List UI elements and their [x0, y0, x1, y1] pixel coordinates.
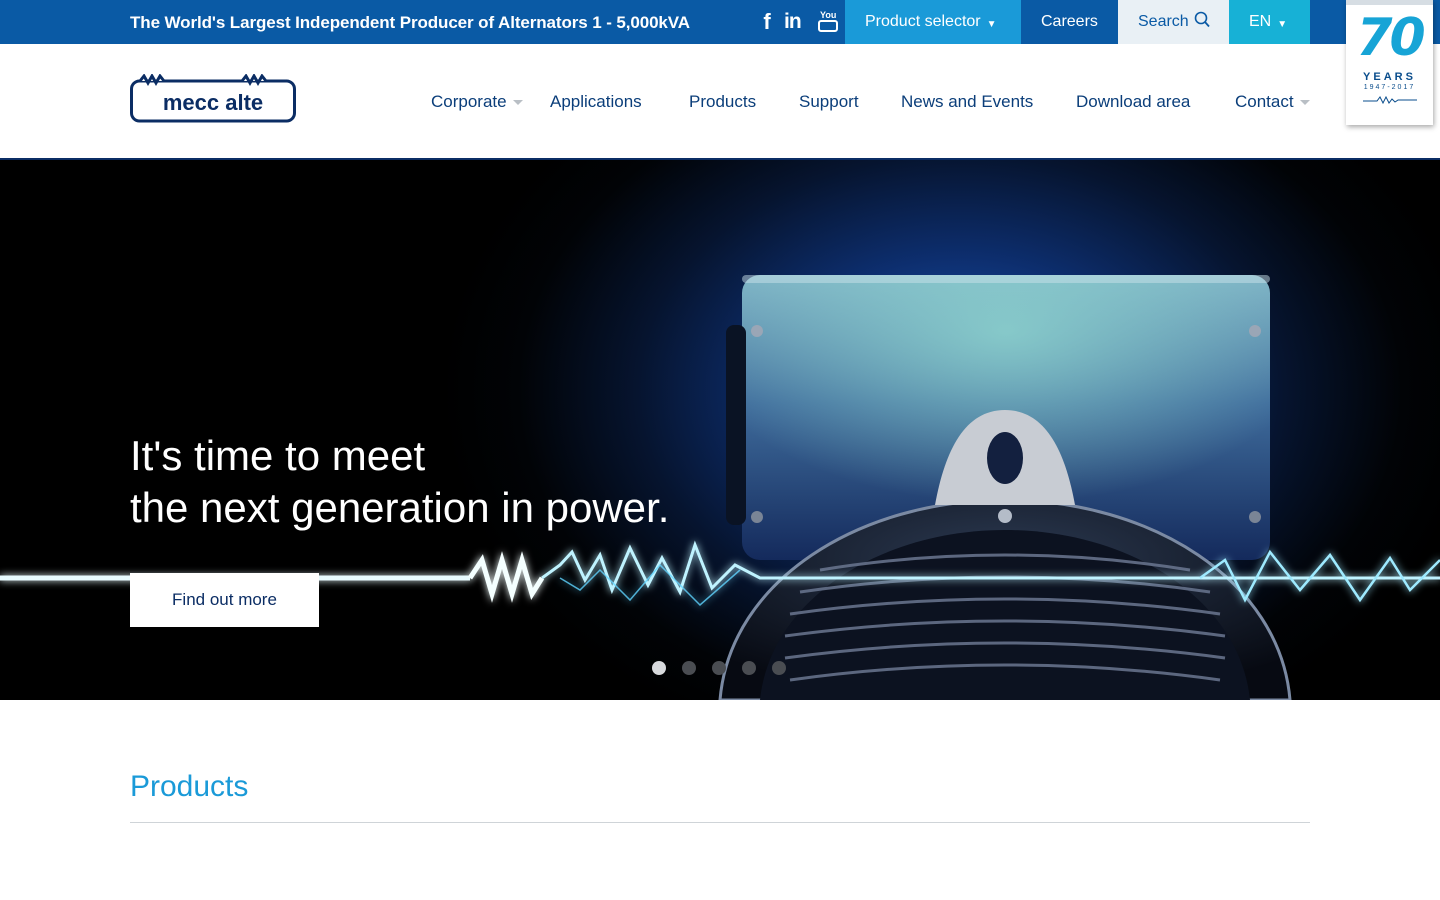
nav-download-area-label: Download area [1076, 92, 1191, 111]
find-out-more-button[interactable]: Find out more [130, 573, 319, 627]
products-section-title: Products [130, 770, 249, 803]
waveform-icon [1362, 95, 1417, 105]
slide-dot-2[interactable] [682, 661, 696, 675]
section-divider [130, 822, 1310, 823]
nav-contact[interactable]: Contact [1235, 92, 1310, 112]
hero-slider: It's time to meet the next generation in… [0, 160, 1440, 700]
nav-corporate[interactable]: Corporate [431, 92, 523, 112]
badge-years: YEARS [1363, 71, 1416, 83]
slide-dot-3[interactable] [712, 661, 726, 675]
product-selector-button[interactable]: Product selector ▼ [845, 0, 1021, 44]
top-bar: The World's Largest Independent Producer… [0, 0, 1440, 44]
slider-pagination [652, 661, 786, 675]
youtube-icon-word: You [820, 10, 837, 20]
careers-link[interactable]: Careers [1021, 0, 1118, 44]
nav-products-label: Products [689, 92, 757, 111]
product-selector-label: Product selector [865, 13, 981, 30]
careers-label: Careers [1041, 13, 1098, 30]
youtube-icon-frame [818, 20, 838, 32]
nav-support-label: Support [799, 92, 859, 111]
nav-corporate-label: Corporate [431, 92, 507, 111]
badge-number: 70 [1356, 8, 1425, 68]
nav-news-events[interactable]: News and Events [901, 92, 1033, 112]
nav-download-area[interactable]: Download area [1076, 92, 1190, 112]
hero-headline: It's time to meet the next generation in… [130, 430, 669, 534]
slide-dot-1[interactable] [652, 661, 666, 675]
search-label: Search [1138, 13, 1189, 30]
logo-text: mecc alte [163, 90, 263, 115]
caret-down-icon: ▼ [986, 18, 997, 30]
caret-down-icon [1299, 100, 1310, 106]
caret-down-icon [512, 100, 523, 106]
slide-dot-4[interactable] [742, 661, 756, 675]
nav-support[interactable]: Support [799, 92, 859, 112]
search-icon [1194, 11, 1210, 28]
social-links: f in You [760, 8, 840, 36]
youtube-icon[interactable]: You [818, 10, 840, 34]
nav-applications[interactable]: Applications [550, 92, 642, 112]
linkedin-icon[interactable]: in [784, 10, 808, 34]
language-label: EN [1249, 13, 1272, 30]
nav-news-events-label: News and Events [901, 92, 1034, 111]
search-button[interactable]: Search [1118, 0, 1229, 44]
nav-products[interactable]: Products [689, 92, 756, 112]
slide-dot-5[interactable] [772, 661, 786, 675]
nav-contact-label: Contact [1235, 92, 1294, 111]
hero-headline-line-1: It's time to meet [130, 432, 426, 479]
language-selector[interactable]: EN ▼ [1229, 0, 1310, 44]
hero-headline-line-2: the next generation in power. [130, 484, 670, 531]
badge-dates: 1947-2017 [1363, 84, 1416, 91]
facebook-icon[interactable]: f [760, 9, 774, 35]
anniversary-badge: 70 YEARS 1947-2017 [1346, 0, 1433, 125]
caret-down-icon: ▼ [1277, 18, 1288, 30]
main-header: mecc alte Corporate Applications Product… [0, 44, 1440, 160]
mecc-alte-logo[interactable]: mecc alte [130, 74, 296, 124]
tagline: The World's Largest Independent Producer… [130, 13, 690, 32]
nav-applications-label: Applications [550, 92, 642, 111]
